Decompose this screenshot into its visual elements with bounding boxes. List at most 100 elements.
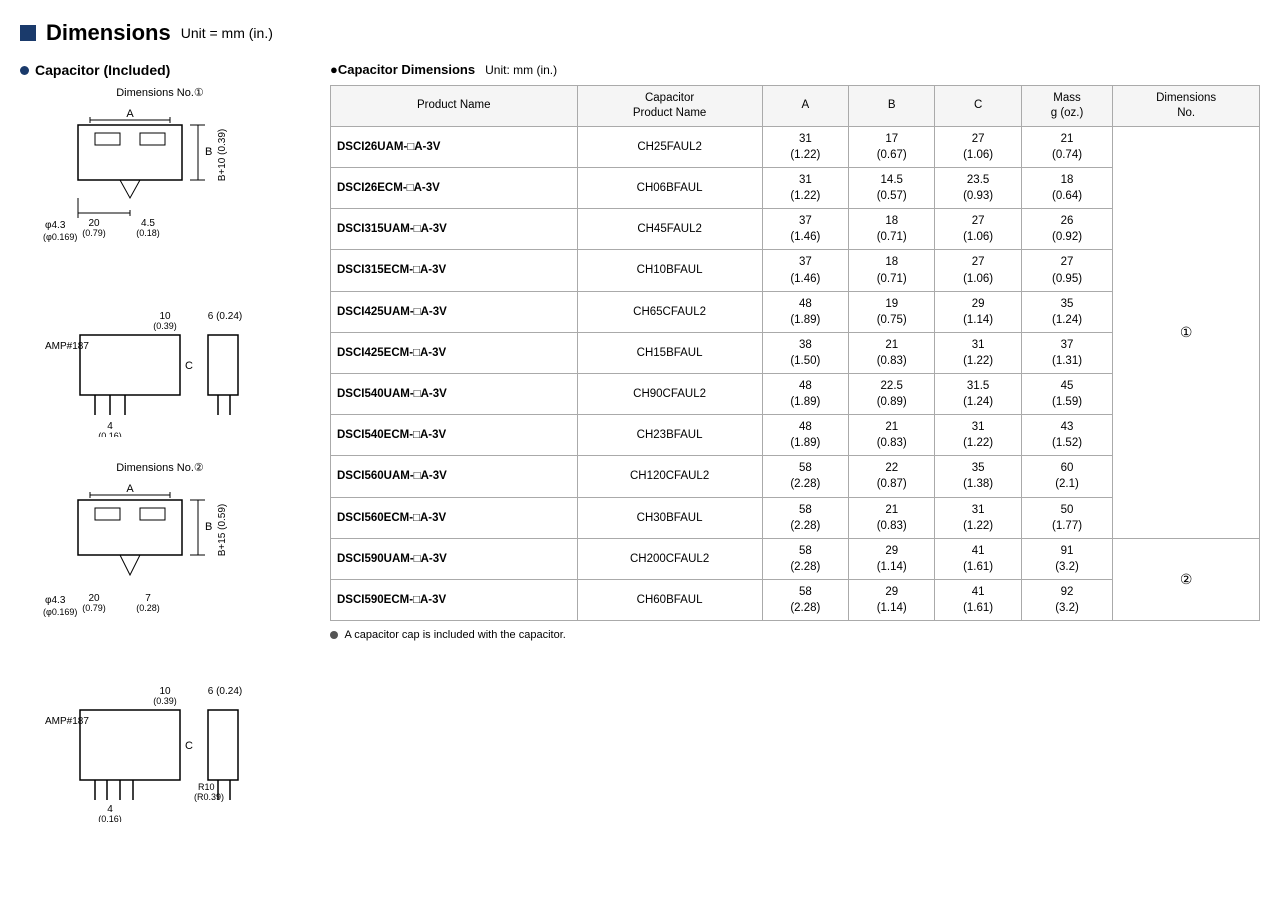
cell-a: 31(1.22): [762, 126, 848, 167]
cell-cap-product-name: CH120CFAUL2: [577, 456, 762, 497]
cell-cap-product-name: CH200CFAUL2: [577, 538, 762, 579]
a-label-2: A: [126, 483, 134, 495]
cell-a: 31(1.22): [762, 168, 848, 209]
079-label: (0.79): [82, 228, 106, 238]
table-header-row: Product Name CapacitorProduct Name A B C…: [331, 86, 1260, 127]
cell-a: 48(1.89): [762, 374, 848, 415]
cell-b: 29(1.14): [849, 538, 935, 579]
mount-triangle: [120, 180, 140, 198]
cell-a: 58(2.28): [762, 456, 848, 497]
6-label-1: 6 (0.24): [208, 311, 242, 322]
016-label-1: (0.16): [98, 431, 122, 437]
cell-cap-product-name: CH45FAUL2: [577, 209, 762, 250]
diagram-block-1: Dimensions No.① A B: [20, 86, 300, 283]
cell-mass: 21(0.74): [1021, 126, 1112, 167]
016-label-2: (0.16): [98, 814, 122, 822]
capacitor-title-text: Capacitor (Included): [35, 62, 170, 78]
capacitor-section-title: Capacitor (Included): [20, 62, 300, 78]
cell-b: 21(0.83): [849, 332, 935, 373]
cell-mass: 37(1.31): [1021, 332, 1112, 373]
amp187-svg-1: AMP#187 10 (0.39) 6 (0.24): [40, 307, 280, 437]
cell-mass: 45(1.59): [1021, 374, 1112, 415]
cell-c: 29(1.14): [935, 291, 1021, 332]
cell-cap-product-name: CH10BFAUL: [577, 250, 762, 291]
cell-b: 29(1.14): [849, 579, 935, 620]
phi-label-2: φ4.3: [45, 595, 66, 606]
cell-mass: 43(1.52): [1021, 415, 1112, 456]
table-row: DSCI590UAM-□A-3VCH200CFAUL258(2.28)29(1.…: [331, 538, 1260, 579]
cell-cap-product-name: CH65CFAUL2: [577, 291, 762, 332]
cap-box-1: [208, 335, 238, 395]
mount-triangle-2: [120, 555, 140, 575]
b10-label: B+10 (0.39): [217, 129, 228, 182]
b15-label: B+15 (0.59): [217, 504, 228, 557]
cell-mass: 60(2.1): [1021, 456, 1112, 497]
cell-a: 48(1.89): [762, 291, 848, 332]
cell-c: 35(1.38): [935, 456, 1021, 497]
diagram-block-2: Dimensions No.② A B B+15 (0.59): [20, 461, 300, 658]
cell-mass: 50(1.77): [1021, 497, 1112, 538]
cell-cap-product-name: CH30BFAUL: [577, 497, 762, 538]
cell-c: 23.5(0.93): [935, 168, 1021, 209]
cell-c: 41(1.61): [935, 538, 1021, 579]
cell-mass: 92(3.2): [1021, 579, 1112, 620]
cell-b: 17(0.67): [849, 126, 935, 167]
cell-product-name: DSCI590ECM-□A-3V: [331, 579, 578, 620]
phi-label: φ4.3: [45, 220, 66, 231]
th-a: A: [762, 86, 848, 127]
amp187-block-2: AMP#187 10 (0.39) 6 (0.24): [20, 682, 300, 822]
cell-product-name: DSCI425UAM-□A-3V: [331, 291, 578, 332]
note-text: A capacitor cap is included with the cap…: [344, 629, 565, 641]
cell-dim-no: ②: [1113, 538, 1260, 620]
cell-a: 58(2.28): [762, 579, 848, 620]
cell-cap-product-name: CH06BFAUL: [577, 168, 762, 209]
a-label: A: [126, 108, 134, 120]
cell-c: 41(1.61): [935, 579, 1021, 620]
phi-sub-2: (φ0.169): [43, 607, 77, 617]
cell-a: 37(1.46): [762, 250, 848, 291]
cap-box-2: [208, 710, 238, 780]
cell-product-name: DSCI540UAM-□A-3V: [331, 374, 578, 415]
cell-a: 48(1.89): [762, 415, 848, 456]
b-label-2: B: [205, 521, 212, 533]
cell-b: 21(0.83): [849, 497, 935, 538]
cell-c: 31(1.22): [935, 332, 1021, 373]
dim1-label: Dimensions No.①: [20, 86, 300, 99]
amp187-svg-2: AMP#187 10 (0.39) 6 (0.24): [40, 682, 280, 822]
left-column: Capacitor (Included) Dimensions No.① A: [20, 62, 300, 846]
table-row: DSCI26UAM-□A-3VCH25FAUL231(1.22)17(0.67)…: [331, 126, 1260, 167]
cell-mass: 91(3.2): [1021, 538, 1112, 579]
amp187-label-1: AMP#187: [45, 341, 89, 352]
cap-dim-title: ●Capacitor Dimensions Unit: mm (in.): [330, 62, 1260, 77]
cell-product-name: DSCI315UAM-□A-3V: [331, 209, 578, 250]
note-bullet-icon: [330, 631, 338, 639]
cell-b: 18(0.71): [849, 250, 935, 291]
cell-b: 14.5(0.57): [849, 168, 935, 209]
cell-product-name: DSCI315ECM-□A-3V: [331, 250, 578, 291]
028-label: (0.28): [136, 603, 160, 613]
039-label-2: (0.39): [153, 696, 177, 706]
right-column: ●Capacitor Dimensions Unit: mm (in.) Pro…: [330, 62, 1260, 641]
cell-mass: 35(1.24): [1021, 291, 1112, 332]
body-rect-2: [78, 500, 182, 555]
079-label-2: (0.79): [82, 603, 106, 613]
cell-c: 27(1.06): [935, 250, 1021, 291]
cap-dim-title-text: ●Capacitor Dimensions: [330, 62, 475, 77]
th-mass: Massg (oz.): [1021, 86, 1112, 127]
table-body: DSCI26UAM-□A-3VCH25FAUL231(1.22)17(0.67)…: [331, 126, 1260, 620]
b-label: B: [205, 146, 212, 158]
cell-b: 22(0.87): [849, 456, 935, 497]
cell-product-name: DSCI540ECM-□A-3V: [331, 415, 578, 456]
cell-a: 38(1.50): [762, 332, 848, 373]
cell-cap-product-name: CH15BFAUL: [577, 332, 762, 373]
cell-product-name: DSCI26ECM-□A-3V: [331, 168, 578, 209]
cell-c: 27(1.06): [935, 209, 1021, 250]
cell-cap-product-name: CH90CFAUL2: [577, 374, 762, 415]
cell-a: 37(1.46): [762, 209, 848, 250]
r10-label: R10: [198, 782, 215, 792]
th-dim-no: DimensionsNo.: [1113, 86, 1260, 127]
cell-cap-product-name: CH25FAUL2: [577, 126, 762, 167]
th-product-name: Product Name: [331, 86, 578, 127]
cell-product-name: DSCI560UAM-□A-3V: [331, 456, 578, 497]
cell-product-name: DSCI425ECM-□A-3V: [331, 332, 578, 373]
